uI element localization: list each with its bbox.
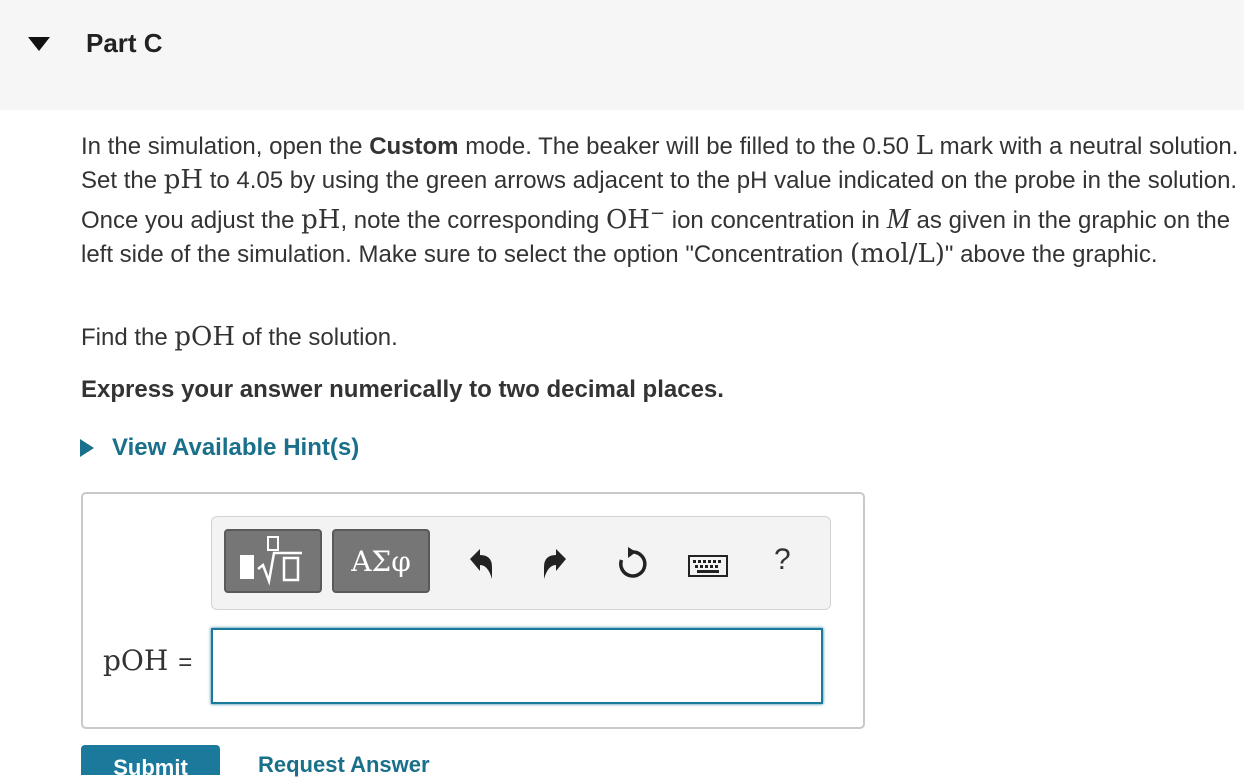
hydroxide-charge: − bbox=[649, 203, 666, 224]
problem-text: In the simulation, open the bbox=[81, 133, 370, 160]
answer-variable: pOH bbox=[103, 644, 169, 677]
ph-symbol: pH bbox=[163, 164, 204, 195]
part-title: Part C bbox=[86, 28, 163, 58]
collapse-triangle-icon[interactable] bbox=[28, 37, 50, 51]
poh-symbol: pOH bbox=[174, 322, 236, 352]
greek-symbols-button[interactable]: ΑΣφ bbox=[332, 529, 430, 593]
undo-icon[interactable] bbox=[464, 547, 494, 581]
part-header: Part C bbox=[0, 0, 1244, 110]
templates-icon bbox=[240, 536, 302, 586]
answer-input[interactable] bbox=[211, 628, 823, 704]
custom-mode-text: Custom bbox=[369, 133, 459, 160]
concentration-unit: (mol/L) bbox=[849, 238, 945, 269]
question-pre: Find the bbox=[81, 324, 175, 351]
answer-instruction: Express your answer numerically to two d… bbox=[81, 376, 724, 403]
liter-unit: L bbox=[915, 131, 933, 161]
redo-icon[interactable] bbox=[542, 547, 572, 581]
problem-text: mode. The beaker will be filled to the 0… bbox=[458, 133, 916, 160]
molarity-symbol: M bbox=[886, 204, 910, 235]
math-toolbar: ΑΣφ ? bbox=[211, 516, 831, 610]
request-answer-link[interactable]: Request Answer bbox=[258, 752, 430, 778]
equals-sign: = bbox=[178, 649, 193, 676]
hint-label: View Available Hint(s) bbox=[112, 434, 360, 461]
problem-text: " above the graphic. bbox=[944, 240, 1158, 268]
problem-text: ion concentration in bbox=[665, 207, 887, 234]
reset-icon[interactable] bbox=[616, 547, 650, 581]
keyboard-icon[interactable] bbox=[688, 555, 728, 577]
answer-label: pOH = bbox=[103, 644, 192, 677]
question-text: Find the pOH of the solution. bbox=[81, 322, 398, 352]
question-post: of the solution. bbox=[235, 324, 398, 351]
help-button[interactable]: ? bbox=[774, 543, 791, 577]
templates-button[interactable] bbox=[224, 529, 322, 593]
view-hints-link[interactable]: View Available Hint(s) bbox=[80, 434, 359, 462]
hydroxide-symbol: OH bbox=[605, 205, 650, 235]
submit-button[interactable]: Submit bbox=[81, 745, 220, 775]
problem-text: , note the corresponding bbox=[340, 207, 606, 234]
ph-symbol: pH bbox=[301, 205, 341, 235]
expand-arrow-icon bbox=[80, 439, 94, 457]
answer-box: ΑΣφ ? pOH = bbox=[81, 492, 865, 729]
problem-statement: In the simulation, open the Custom mode.… bbox=[81, 130, 1241, 271]
